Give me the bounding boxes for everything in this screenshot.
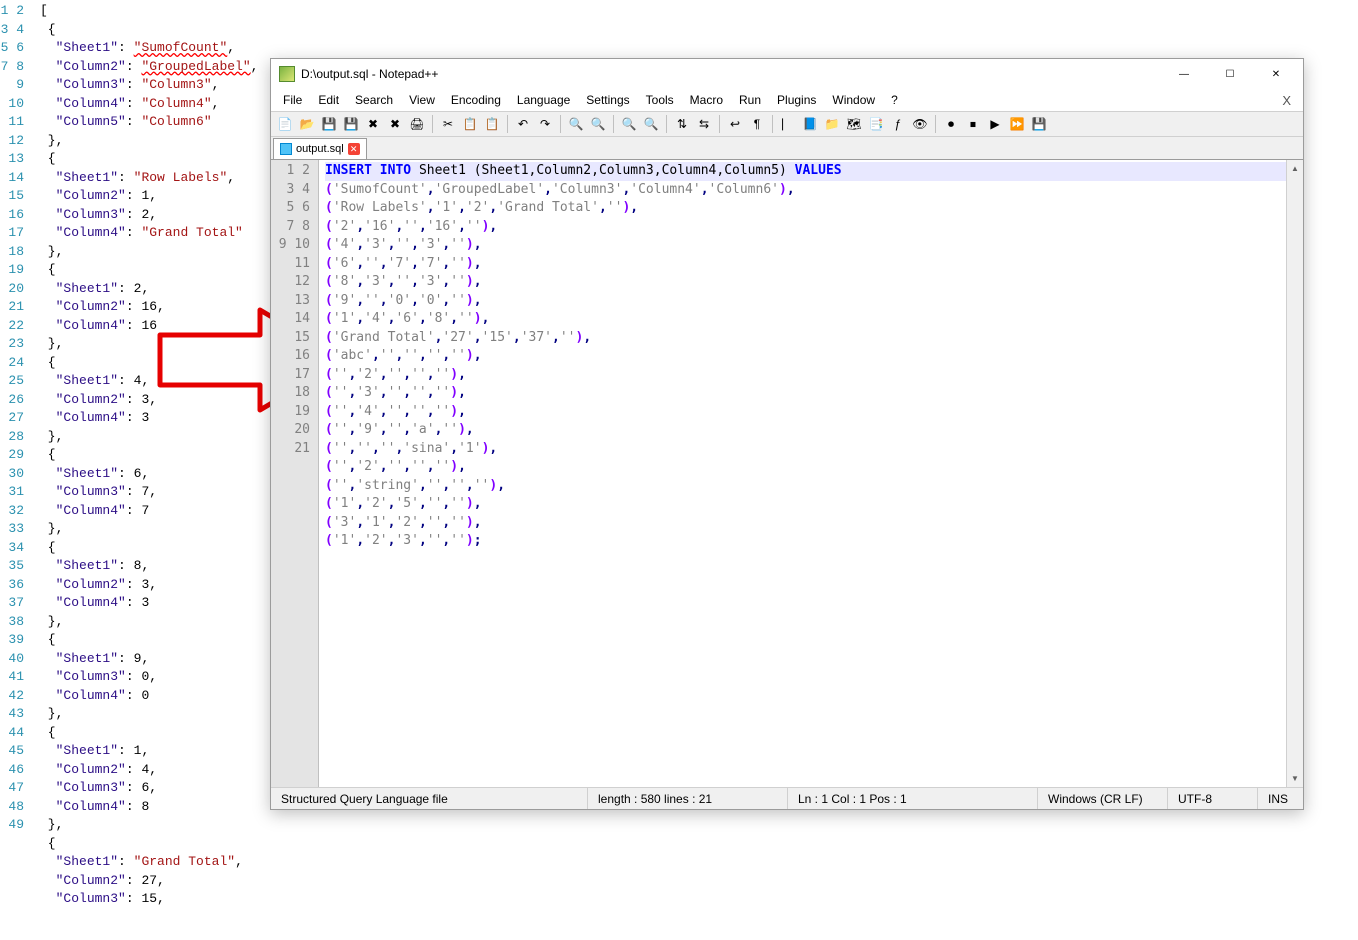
sync-h-icon[interactable]: ⇆ <box>694 114 714 134</box>
toolbar-separator <box>935 115 936 133</box>
menubar: FileEditSearchViewEncodingLanguageSettin… <box>271 89 1303 111</box>
cut-icon[interactable]: ✂ <box>438 114 458 134</box>
menu-edit[interactable]: Edit <box>310 91 347 109</box>
play-multi-icon[interactable]: ⏩ <box>1007 114 1027 134</box>
find-icon[interactable]: 🔍 <box>566 114 586 134</box>
stop-icon[interactable]: ⏹ <box>963 114 983 134</box>
toolbar-separator <box>719 115 720 133</box>
maximize-button[interactable]: ☐ <box>1207 59 1253 89</box>
status-encoding: UTF-8 <box>1168 788 1258 809</box>
play-icon[interactable]: ▶ <box>985 114 1005 134</box>
doc-map-icon[interactable]: 🗺 <box>844 114 864 134</box>
scroll-track[interactable] <box>1287 177 1303 770</box>
open-file-icon[interactable]: 📂 <box>297 114 317 134</box>
menu-window[interactable]: Window <box>824 91 883 109</box>
record-icon[interactable]: ⏺ <box>941 114 961 134</box>
minimize-button[interactable]: — <box>1161 59 1207 89</box>
copy-icon[interactable]: 📋 <box>460 114 480 134</box>
menu-tools[interactable]: Tools <box>638 91 682 109</box>
file-tab-output-sql[interactable]: output.sql ✕ <box>273 138 367 159</box>
undo-icon[interactable]: ↶ <box>513 114 533 134</box>
word-wrap-icon[interactable]: ↩ <box>725 114 745 134</box>
left-gutter: 1 2 3 4 5 6 7 8 9 10 11 12 13 14 15 16 1… <box>0 0 30 940</box>
all-chars-icon[interactable]: ¶ <box>747 114 767 134</box>
toolbar-separator <box>666 115 667 133</box>
menu-settings[interactable]: Settings <box>578 91 637 109</box>
scroll-up-icon[interactable]: ▲ <box>1287 160 1303 177</box>
window-title: D:\output.sql - Notepad++ <box>301 67 1161 81</box>
menu-encoding[interactable]: Encoding <box>443 91 509 109</box>
status-eol: Windows (CR LF) <box>1038 788 1168 809</box>
toolbar-separator <box>613 115 614 133</box>
monitor-icon[interactable]: 👁 <box>910 114 930 134</box>
status-insert-mode: INS <box>1258 788 1303 809</box>
sync-v-icon[interactable]: ⇅ <box>672 114 692 134</box>
toolbar-separator <box>772 115 773 133</box>
status-position: Ln : 1 Col : 1 Pos : 1 <box>788 788 1038 809</box>
status-file-type: Structured Query Language file <box>271 788 588 809</box>
menu-language[interactable]: Language <box>509 91 578 109</box>
replace-icon[interactable]: 🔍 <box>588 114 608 134</box>
statusbar: Structured Query Language file length : … <box>271 787 1303 809</box>
editor-area: 1 2 3 4 5 6 7 8 9 10 11 12 13 14 15 16 1… <box>271 159 1303 787</box>
menu-run[interactable]: Run <box>731 91 769 109</box>
menu-macro[interactable]: Macro <box>682 91 731 109</box>
toolbar-separator <box>432 115 433 133</box>
npp-code[interactable]: INSERT INTO Sheet1 (Sheet1,Column2,Colum… <box>319 160 1286 787</box>
menu-plugins[interactable]: Plugins <box>769 91 824 109</box>
print-icon[interactable]: 🖨 <box>407 114 427 134</box>
new-file-icon[interactable]: 📄 <box>275 114 295 134</box>
lang-icon[interactable]: 📘 <box>800 114 820 134</box>
redo-icon[interactable]: ↷ <box>535 114 555 134</box>
close-icon[interactable]: ✖ <box>363 114 383 134</box>
save-all-icon[interactable]: 💾 <box>341 114 361 134</box>
file-icon <box>280 143 292 155</box>
menu-search[interactable]: Search <box>347 91 401 109</box>
notepadpp-window: D:\output.sql - Notepad++ — ☐ ✕ FileEdit… <box>270 58 1304 810</box>
doc-list-icon[interactable]: 📑 <box>866 114 886 134</box>
toolbar: 📄📂💾💾✖✖🖨✂📋📋↶↷🔍🔍🔍🔍⇅⇆↩¶⎸📘📁🗺📑ƒ👁⏺⏹▶⏩💾 <box>271 111 1303 137</box>
menu-view[interactable]: View <box>401 91 443 109</box>
paste-icon[interactable]: 📋 <box>482 114 502 134</box>
toolbar-separator <box>560 115 561 133</box>
npp-gutter: 1 2 3 4 5 6 7 8 9 10 11 12 13 14 15 16 1… <box>271 160 319 787</box>
titlebar[interactable]: D:\output.sql - Notepad++ — ☐ ✕ <box>271 59 1303 89</box>
close-all-icon[interactable]: ✖ <box>385 114 405 134</box>
tab-strip: output.sql ✕ <box>271 137 1303 159</box>
tab-label: output.sql <box>296 143 344 155</box>
mdi-close-icon[interactable]: X <box>1274 93 1299 108</box>
indent-guide-icon[interactable]: ⎸ <box>778 114 798 134</box>
menu-file[interactable]: File <box>275 91 310 109</box>
zoom-in-icon[interactable]: 🔍 <box>619 114 639 134</box>
tab-close-icon[interactable]: ✕ <box>348 143 360 155</box>
save-icon[interactable]: 💾 <box>319 114 339 134</box>
menu-[interactable]: ? <box>883 91 906 109</box>
save-macro-icon[interactable]: 💾 <box>1029 114 1049 134</box>
status-length: length : 580 lines : 21 <box>588 788 788 809</box>
func-list-icon[interactable]: ƒ <box>888 114 908 134</box>
zoom-out-icon[interactable]: 🔍 <box>641 114 661 134</box>
scroll-down-icon[interactable]: ▼ <box>1287 770 1303 787</box>
folder-icon[interactable]: 📁 <box>822 114 842 134</box>
app-icon <box>279 66 295 82</box>
vertical-scrollbar[interactable]: ▲ ▼ <box>1286 160 1303 787</box>
close-button[interactable]: ✕ <box>1253 59 1299 89</box>
toolbar-separator <box>507 115 508 133</box>
